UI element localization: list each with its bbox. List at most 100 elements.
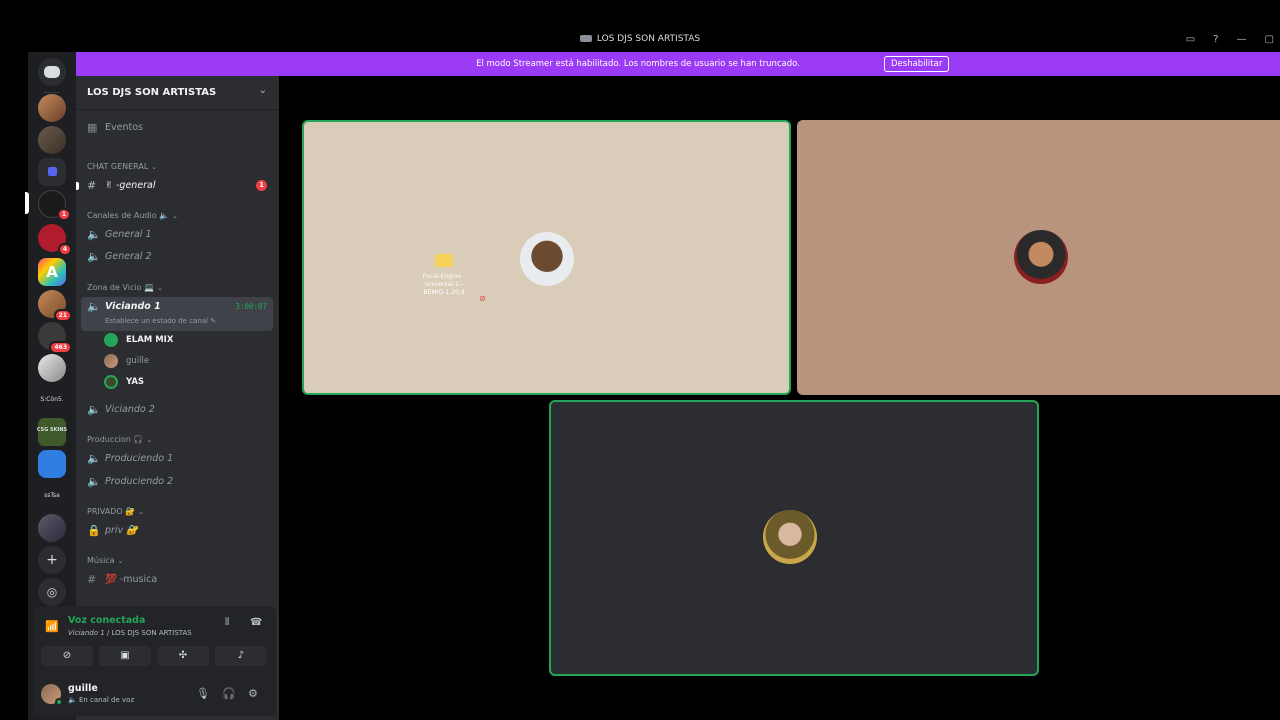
voice-channel-produciendo-2[interactable]: 🔈 Produciendo 2 [81, 472, 273, 492]
chevron-down-icon: ⌄ [258, 85, 267, 96]
avatar [763, 510, 817, 564]
unread-indicator [76, 182, 79, 190]
mention-badge: 463 [49, 341, 72, 354]
add-server-icon[interactable]: + [38, 546, 66, 574]
folder-icon [435, 254, 453, 267]
headphones-icon[interactable]: 🎧 [222, 687, 236, 700]
screen-share-icon[interactable]: ▭ [1186, 34, 1195, 45]
server-icon[interactable] [38, 450, 66, 478]
server-icon[interactable] [38, 514, 66, 542]
unread-badge: 1 [256, 180, 267, 191]
title-bar: LOS DJS SON ARTISTAS ▭ ? — ▢ [0, 0, 1280, 52]
participant-tile[interactable]: Focal-Engine -Universal-1.-BEMIO-1.20.d … [302, 120, 791, 395]
disconnect-icon[interactable]: ☎ [250, 617, 262, 628]
server-icon-current[interactable]: 1 [38, 190, 71, 221]
minimize-icon[interactable]: — [1237, 34, 1247, 45]
discover-icon[interactable]: ◎ [38, 578, 66, 606]
channel-general[interactable]: # ✌ -general 1 [76, 176, 273, 196]
window-controls: ▭ ? — ▢ [1186, 34, 1274, 45]
channel-musica[interactable]: # 💯 -musica [81, 570, 273, 590]
voice-member[interactable]: YAS [104, 373, 264, 391]
server-header[interactable]: LOS DJS SON ARTISTAS ⌄ [76, 76, 279, 110]
channel-status-prompt[interactable]: Establece un estado de canal ✎ [105, 317, 216, 325]
signal-icon: 📶 [45, 620, 59, 633]
speaker-icon: 🔈 [87, 250, 101, 263]
events-item[interactable]: ▦ Eventos [81, 118, 273, 138]
disable-streamer-button[interactable]: Deshabilitar [884, 56, 950, 72]
voice-channel-info[interactable]: Viciando 1 / LOS DJS SON ARTISTAS [68, 629, 192, 637]
voice-channel-general-2[interactable]: 🔈 General 2 [81, 247, 273, 267]
category-zona-de-vicio[interactable]: Zona de Vicio 💻 ⌄ [87, 283, 163, 292]
avatar [1014, 230, 1068, 284]
server-icon[interactable]: 21 [38, 290, 72, 322]
activities-icon[interactable]: ✣ [157, 646, 209, 666]
speaker-icon: 🔈 [87, 475, 101, 488]
username[interactable]: guille [68, 683, 98, 694]
user-status: 🔈 En canal de voz [68, 696, 135, 704]
mention-badge: 21 [53, 309, 72, 322]
speaker-icon: 🔈 [87, 452, 101, 465]
participant-tile[interactable] [549, 400, 1039, 676]
category-produccion[interactable]: Produccion 🎧 ⌄ [87, 435, 152, 444]
settings-gear-icon[interactable]: ⚙ [248, 687, 258, 700]
desktop-file-icon: Focal-Engine -Universal-1.-BEMIO-1.20.d [420, 254, 468, 297]
participant-tile[interactable] [797, 120, 1280, 395]
soundboard-icon[interactable]: ♪ [215, 646, 267, 666]
server-name: LOS DJS SON ARTISTAS [87, 87, 217, 98]
category-audio[interactable]: Canales de Audio 🔈 ⌄ [87, 211, 178, 220]
blocked-icon: ⊘ [479, 294, 486, 303]
banner-message: El modo Streamer está habilitado. Los no… [476, 59, 800, 69]
voice-channel-viciando-2[interactable]: 🔈 Viciando 2 [81, 400, 273, 420]
server-icon [579, 35, 592, 42]
voice-member[interactable]: guille [104, 352, 264, 370]
category-musica[interactable]: Música ⌄ [87, 556, 124, 565]
mention-badge: 4 [57, 243, 72, 256]
help-icon[interactable]: ? [1213, 34, 1218, 45]
microphone-icon[interactable]: 🎙 [196, 687, 210, 700]
speaker-icon: 🔈 [87, 228, 101, 241]
server-icon[interactable] [38, 126, 66, 154]
server-icon[interactable] [38, 94, 66, 122]
screen-share-icon[interactable]: ▣ [99, 646, 151, 666]
discord-home-icon[interactable] [38, 58, 66, 86]
avatar [520, 232, 574, 286]
hash-icon: # [87, 573, 97, 586]
rail-separator [44, 92, 60, 93]
voice-status[interactable]: Voz conectada [68, 615, 145, 626]
server-text-label: CSG SKINS [36, 427, 68, 433]
selected-indicator [25, 192, 29, 214]
file-name: Focal-Engine -Universal-1.-BEMIO-1.20.d [422, 273, 466, 296]
category-privado[interactable]: PRIVADO 🔐 ⌄ [87, 507, 144, 516]
voice-channel-viciando-1[interactable]: 🔈 Viciando 1 3:00:07 Establece un estado… [81, 297, 273, 331]
avatar [104, 354, 118, 368]
lock-icon: 🔒 [87, 524, 101, 537]
server-icon[interactable] [38, 354, 66, 382]
category-chat-general[interactable]: CHAT GENERAL ⌄ [87, 162, 157, 171]
avatar [104, 333, 118, 347]
camera-off-icon[interactable]: ⊘ [41, 646, 93, 666]
online-status-icon [55, 698, 63, 706]
server-text-label[interactable]: ssTsa [34, 492, 70, 499]
voice-timer: 3:00:07 [235, 302, 267, 311]
voice-connection-panel: 📶 Voz conectada Viciando 1 / LOS DJS SON… [33, 606, 276, 674]
server-icon[interactable]: 463 [38, 322, 72, 354]
speaker-icon: 🔈 [87, 403, 101, 416]
server-icon[interactable]: A [38, 258, 66, 286]
maximize-icon[interactable]: ▢ [1265, 34, 1274, 45]
folder-icon[interactable] [38, 158, 66, 186]
server-icon[interactable]: 4 [38, 224, 72, 256]
window-left-edge [0, 0, 28, 720]
streamer-mode-banner: El modo Streamer está habilitado. Los no… [76, 52, 1280, 76]
voice-member[interactable]: ELAM MIX [104, 331, 264, 349]
user-panel: guille 🔈 En canal de voz 🎙 🎧 ⚙ [33, 674, 276, 716]
channel-priv[interactable]: 🔒 priv 🔐 [81, 521, 273, 541]
voice-channel-produciendo-1[interactable]: 🔈 Produciendo 1 [81, 449, 273, 469]
speaker-icon: 🔈 [87, 300, 101, 313]
hash-icon: # [87, 179, 97, 192]
noise-suppression-icon[interactable]: ⫴ [225, 617, 229, 628]
voice-action-buttons: ⊘ ▣ ✣ ♪ [41, 646, 267, 666]
avatar [104, 375, 118, 389]
server-text-label[interactable]: S:Cön5. [34, 396, 70, 403]
voice-channel-general-1[interactable]: 🔈 General 1 [81, 225, 273, 245]
server-icon[interactable]: CSG SKINS [37, 418, 67, 446]
